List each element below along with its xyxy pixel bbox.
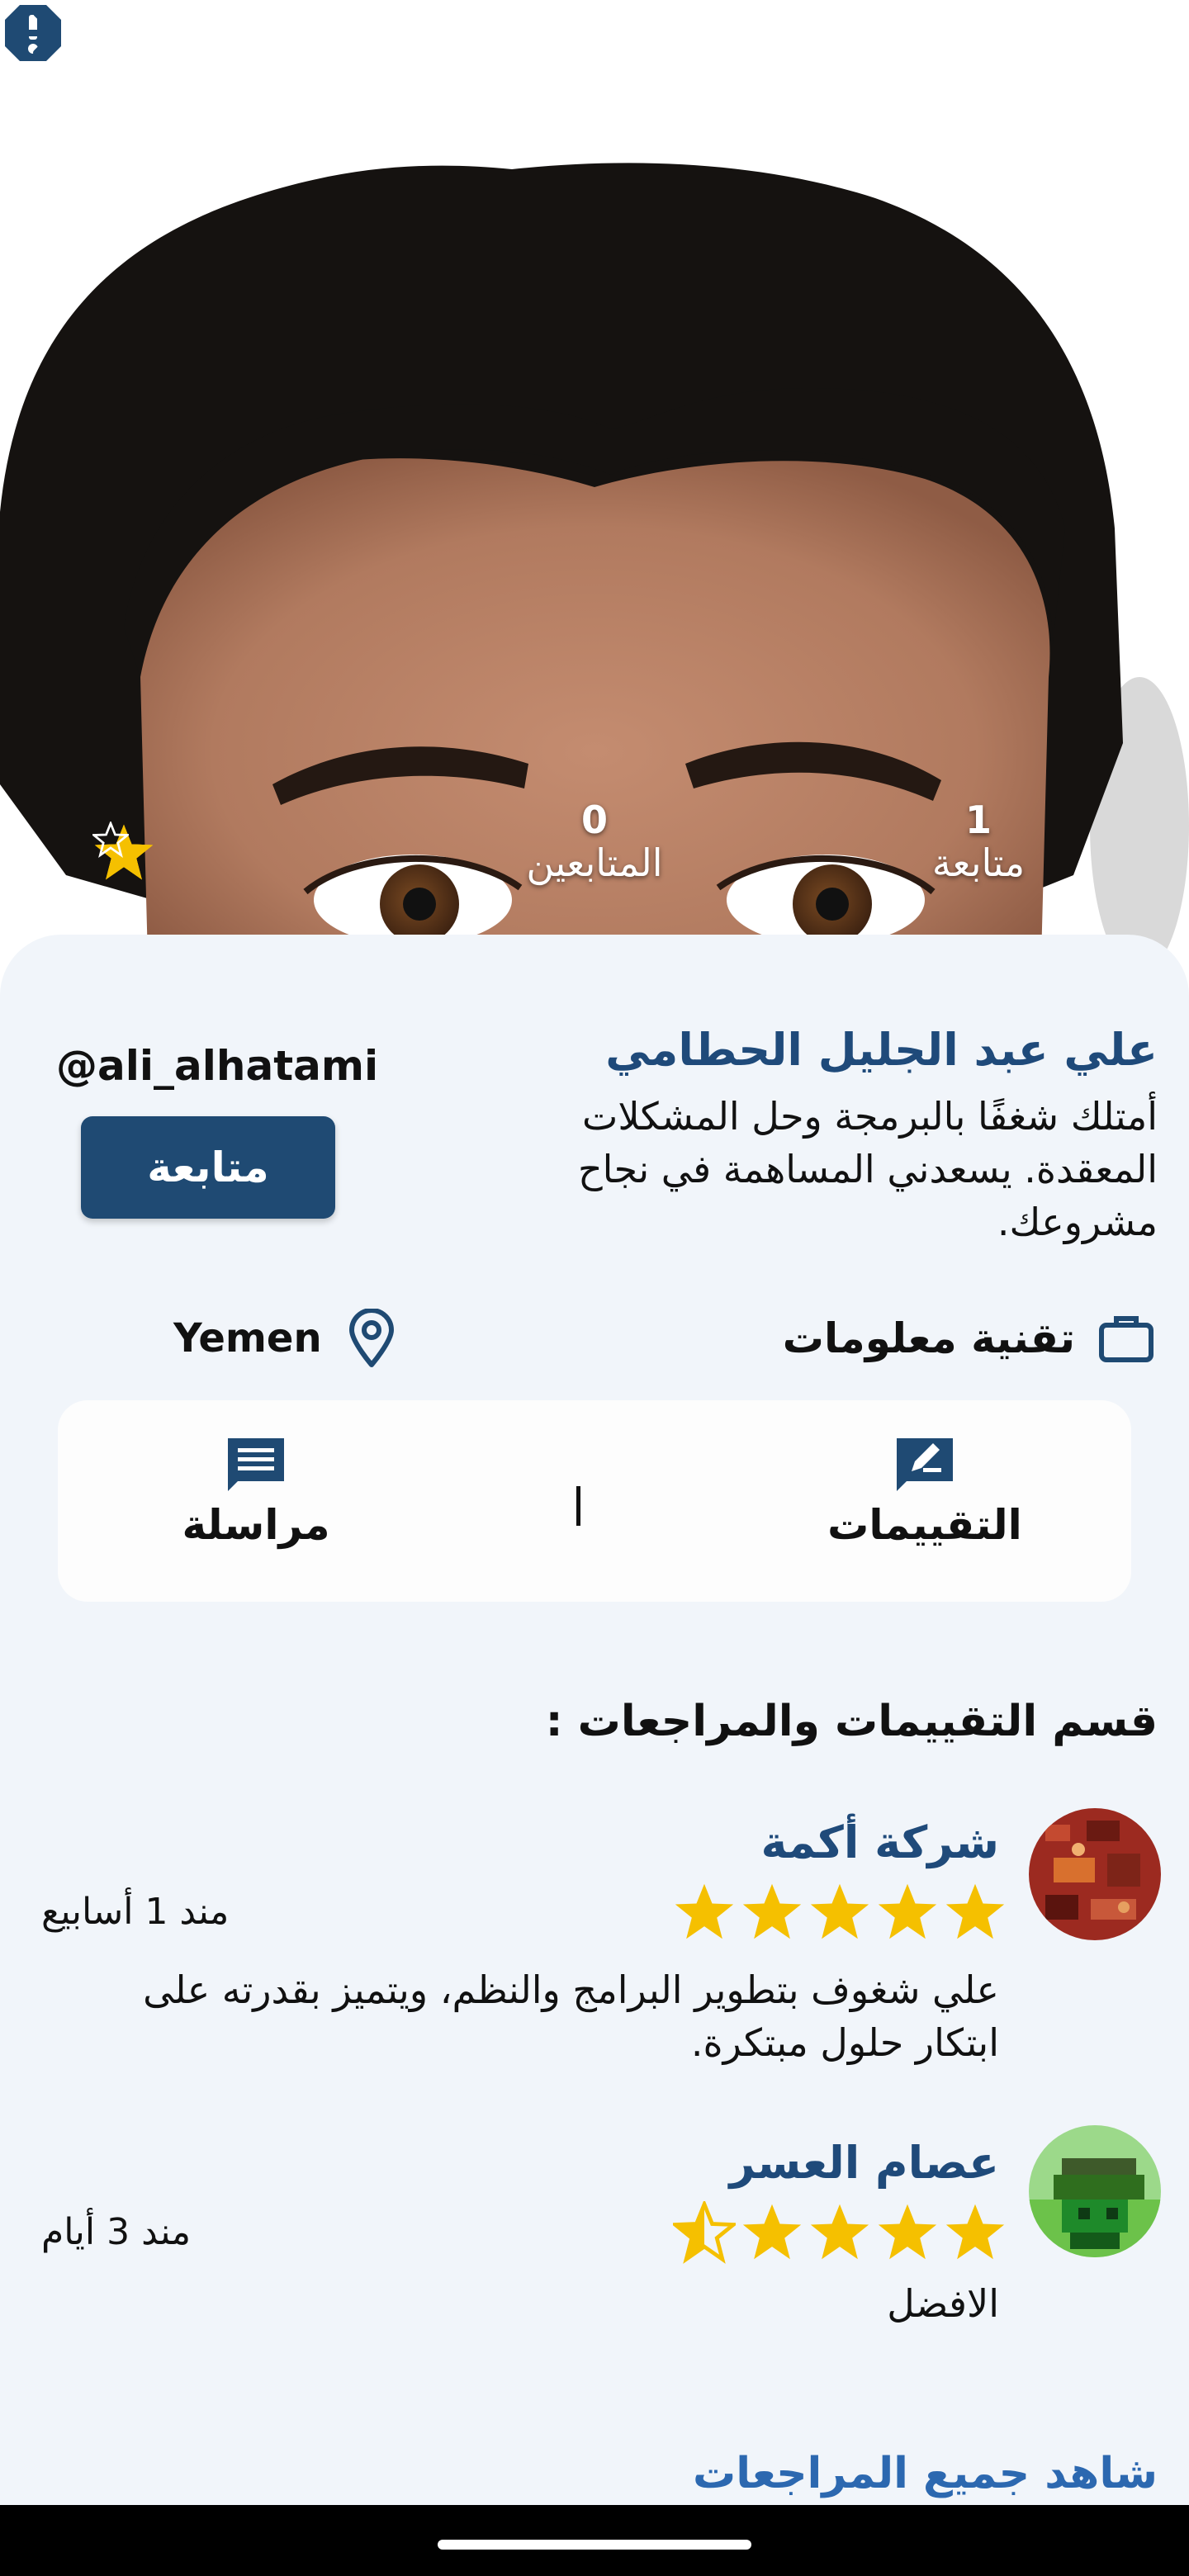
review-stars — [673, 2201, 1007, 2267]
back-arrow-icon[interactable] — [0, 0, 66, 66]
ratings-action[interactable]: التقييمات — [809, 1435, 1040, 1549]
following-label: متابعة — [931, 841, 1026, 885]
chat-icon — [228, 1438, 284, 1491]
followers-stat[interactable]: 0 المتابعين — [495, 801, 694, 888]
reviewer-name: عصام العسر — [729, 2137, 999, 2189]
star-filled-icon — [742, 1883, 802, 1939]
reviewer-avatar — [1029, 2125, 1161, 2257]
star-outline-icon — [92, 822, 129, 858]
star-filled-icon — [945, 2204, 1005, 2260]
see-all-reviews-link[interactable]: شاهد جميع المراجعات — [693, 2449, 1158, 2498]
briefcase-icon — [1099, 1316, 1153, 1362]
star-filled-icon — [810, 2204, 869, 2260]
followers-label: المتابعين — [526, 841, 663, 885]
profile-username: @ali_alhatami — [56, 1042, 379, 1090]
star-filled-icon — [810, 1883, 869, 1939]
review-time: مند 1 أسابيع — [41, 1891, 230, 1933]
message-label: مراسلة — [182, 1501, 330, 1549]
star-filled-icon — [878, 1883, 937, 1939]
star-filled-icon — [945, 1883, 1005, 1939]
review-card: عصام العسر مند 3 أيام الافضل — [0, 2122, 1189, 2353]
review-stars — [673, 1881, 1007, 1947]
star-filled-icon — [675, 1883, 734, 1939]
job-row: تقنية معلومات — [783, 1309, 1156, 1368]
actions-divider — [576, 1486, 580, 1526]
job-title: تقنية معلومات — [782, 1314, 1075, 1362]
review-time: مند 3 أيام — [41, 2211, 192, 2253]
star-filled-icon — [878, 2204, 937, 2260]
home-gesture-handle[interactable] — [438, 2540, 751, 2550]
rate-review-icon — [897, 1438, 953, 1491]
profile-cover-photo: 1 متابعة 0 المتابعين — [0, 0, 1189, 991]
follow-button[interactable]: متابعة — [81, 1116, 335, 1219]
following-stat[interactable]: 1 متابعة — [896, 801, 1061, 888]
followers-count: 0 — [580, 798, 608, 842]
location-pin-icon — [348, 1309, 394, 1367]
reviewer-name: شركة أكمة — [760, 1816, 999, 1868]
star-filled-icon — [742, 2204, 802, 2260]
review-text: الافضل — [887, 2281, 999, 2326]
reviewer-avatar — [1029, 1808, 1161, 1940]
message-action[interactable]: مراسلة — [149, 1435, 363, 1549]
star-half-icon — [673, 2201, 736, 2264]
profile-bio: أمتلك شغفًا بالبرمجة وحل المشكلات المعقد… — [577, 1094, 1158, 1244]
ratings-label: التقييمات — [827, 1501, 1022, 1549]
reviews-section-title: قسم التقييمات والمراجعات : — [545, 1697, 1158, 1746]
review-card: شركة أكمة مند 1 أسابيع علي شغوف بتطوير ا… — [0, 1800, 1189, 2081]
profile-full-name: علي عبد الجليل الحطامي — [605, 1024, 1158, 1076]
location-text: Yemen — [173, 1315, 322, 1361]
following-count: 1 — [964, 798, 992, 842]
review-text: علي شغوف بتطوير البرامج والنظم، ويتميز ب… — [143, 1968, 999, 2065]
location-row: Yemen — [173, 1309, 396, 1368]
